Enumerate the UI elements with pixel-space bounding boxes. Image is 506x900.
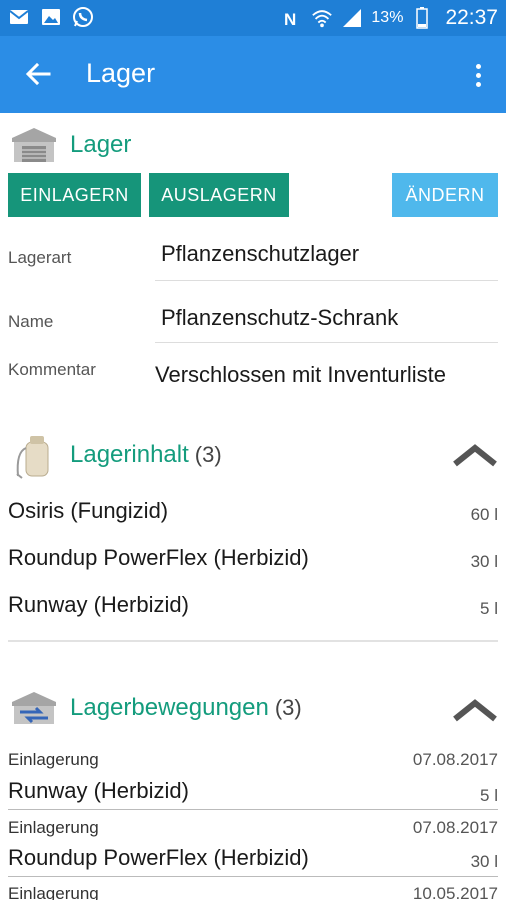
lager-header: Lager <box>8 126 131 164</box>
aendern-button[interactable]: ÄNDERN <box>392 173 498 217</box>
lagerinhalt-count: (3) <box>194 442 222 467</box>
field-label-name: Name <box>8 312 54 331</box>
section-divider <box>8 640 498 642</box>
lagerbewegungen-count: (3) <box>274 695 302 720</box>
movement-item-amount: 5 l <box>480 786 498 805</box>
arrow-left-icon <box>25 62 51 86</box>
overflow-menu-button[interactable] <box>468 58 488 92</box>
lagerinhalt-header[interactable]: Lagerinhalt (3) <box>8 430 222 480</box>
auslagern-button[interactable]: AUSLAGERN <box>149 173 289 217</box>
status-time: 22:37 <box>445 6 498 29</box>
sprayer-icon <box>16 436 49 479</box>
movement-date: 07.08.2017 <box>412 750 498 769</box>
row-divider <box>8 876 498 877</box>
page-title: Lager <box>86 58 156 88</box>
mail-icon <box>8 6 30 28</box>
movement-item-amount: 30 l <box>470 852 498 871</box>
inhalt-item-name[interactable]: Roundup PowerFlex (Herbizid) <box>8 545 309 571</box>
image-icon <box>40 6 62 28</box>
movement-date: 07.08.2017 <box>412 818 498 837</box>
field-label-kommentar: Kommentar <box>8 360 96 379</box>
field-underline <box>155 342 498 343</box>
warehouse-transfer-icon <box>12 692 56 724</box>
chevron-up-icon[interactable] <box>452 697 498 723</box>
inhalt-item-amount: 5 l <box>480 599 498 618</box>
movement-type: Einlagerung <box>8 884 99 900</box>
movement-date: 10.05.2017 <box>412 884 498 900</box>
lagerinhalt-title: Lagerinhalt <box>70 441 189 468</box>
lagerbewegungen-header[interactable]: Lagerbewegungen (3) <box>8 690 302 726</box>
inhalt-item-name[interactable]: Runway (Herbizid) <box>8 592 189 618</box>
movement-item-name[interactable]: Runway (Herbizid) <box>8 778 189 804</box>
row-divider <box>8 809 498 810</box>
battery-icon <box>411 7 433 29</box>
svg-text:N: N <box>284 10 296 28</box>
field-value-name: Pflanzenschutz-Schrank <box>161 305 399 330</box>
field-underline <box>155 280 498 281</box>
lager-title: Lager <box>70 131 132 158</box>
inhalt-item-amount: 30 l <box>470 552 498 571</box>
lagerbewegungen-title: Lagerbewegungen <box>70 694 269 721</box>
warehouse-icon <box>12 128 56 162</box>
einlagern-button[interactable]: EINLAGERN <box>8 173 141 217</box>
movement-item-name[interactable]: Roundup PowerFlex (Herbizid) <box>8 845 309 871</box>
back-button[interactable] <box>22 58 54 90</box>
inhalt-item-name[interactable]: Osiris (Fungizid) <box>8 498 168 524</box>
inhalt-item-amount: 60 l <box>470 505 498 524</box>
movement-type: Einlagerung <box>8 818 99 837</box>
field-value-lagerart: Pflanzenschutzlager <box>161 241 360 266</box>
movement-type: Einlagerung <box>8 750 99 769</box>
status-bar: N 13% 22:37 <box>0 0 506 36</box>
whatsapp-icon <box>72 6 94 28</box>
nfc-icon: N <box>281 7 303 29</box>
field-value-kommentar: Verschlossen mit Inventurliste <box>155 362 447 387</box>
battery-percent: 13% <box>371 9 404 26</box>
chevron-up-icon[interactable] <box>452 442 498 468</box>
app-bar: Lager <box>0 36 506 113</box>
field-label-lagerart: Lagerart <box>8 248 72 267</box>
signal-icon <box>341 7 363 29</box>
wifi-icon <box>311 7 333 29</box>
